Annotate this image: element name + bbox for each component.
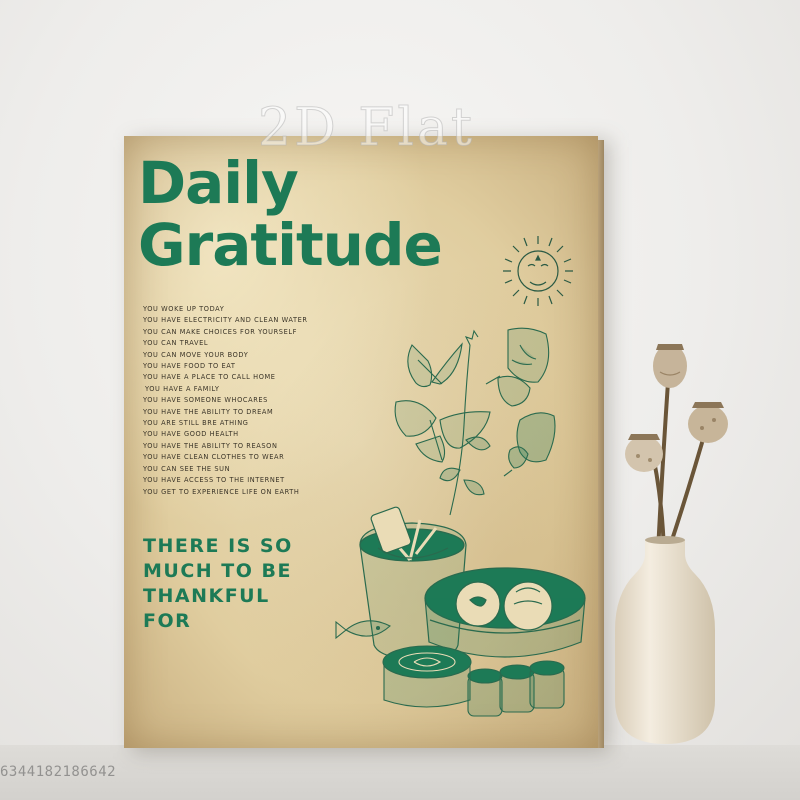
poppy-pod-icon: [688, 402, 728, 443]
watermark-text: 2D Flat: [258, 98, 475, 159]
poppy-pod-icon: [653, 344, 687, 388]
poppy-pod-icon: [625, 434, 663, 472]
product-photo: Daily Gratitude YOU WOKE UP TODAY YOU HA…: [0, 0, 800, 800]
serial-number: 6344182186642: [0, 764, 117, 780]
vase: [615, 536, 715, 744]
